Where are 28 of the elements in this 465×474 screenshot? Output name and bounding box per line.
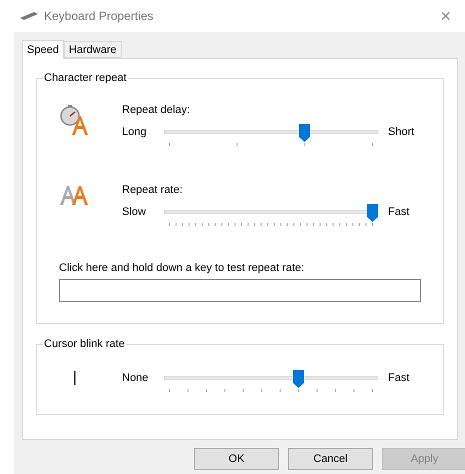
group-title: Character repeat <box>43 72 128 84</box>
text-cursor-icon <box>74 371 76 385</box>
window-title: Keyboard Properties <box>44 9 154 23</box>
slider-track[interactable] <box>164 204 378 227</box>
keyboard-icon <box>20 12 38 20</box>
dialog-button[interactable]: OK <box>194 448 279 470</box>
slider-track[interactable] <box>164 124 378 147</box>
slider-thumb[interactable] <box>293 370 304 388</box>
tab[interactable]: Hardware <box>64 41 122 58</box>
slider-min-label: Long <box>122 125 148 139</box>
slider-track[interactable] <box>164 370 378 393</box>
slider-min-label: Slow <box>122 205 147 219</box>
slider-label: Repeat delay: <box>122 104 191 116</box>
slider-max-label: Short <box>388 125 416 139</box>
slider-max-label: Fast <box>388 205 410 219</box>
slider-min-label: None <box>122 371 150 385</box>
group-title: Cursor blink rate <box>43 338 126 350</box>
test-input-field[interactable] <box>59 279 421 302</box>
stopwatch-letter-icon <box>59 104 91 136</box>
slider-max-label: Fast <box>388 371 410 385</box>
close-button[interactable]: × <box>438 6 453 26</box>
tab[interactable]: Speed <box>22 40 64 59</box>
slider-label: Repeat rate: <box>122 184 184 196</box>
dialog-button[interactable]: Cancel <box>288 448 373 470</box>
field-label: Click here and hold down a key to test repeat rate: <box>59 262 306 274</box>
letters-icon <box>59 184 91 206</box>
slider-thumb[interactable] <box>299 124 310 142</box>
slider-thumb[interactable] <box>367 204 378 222</box>
